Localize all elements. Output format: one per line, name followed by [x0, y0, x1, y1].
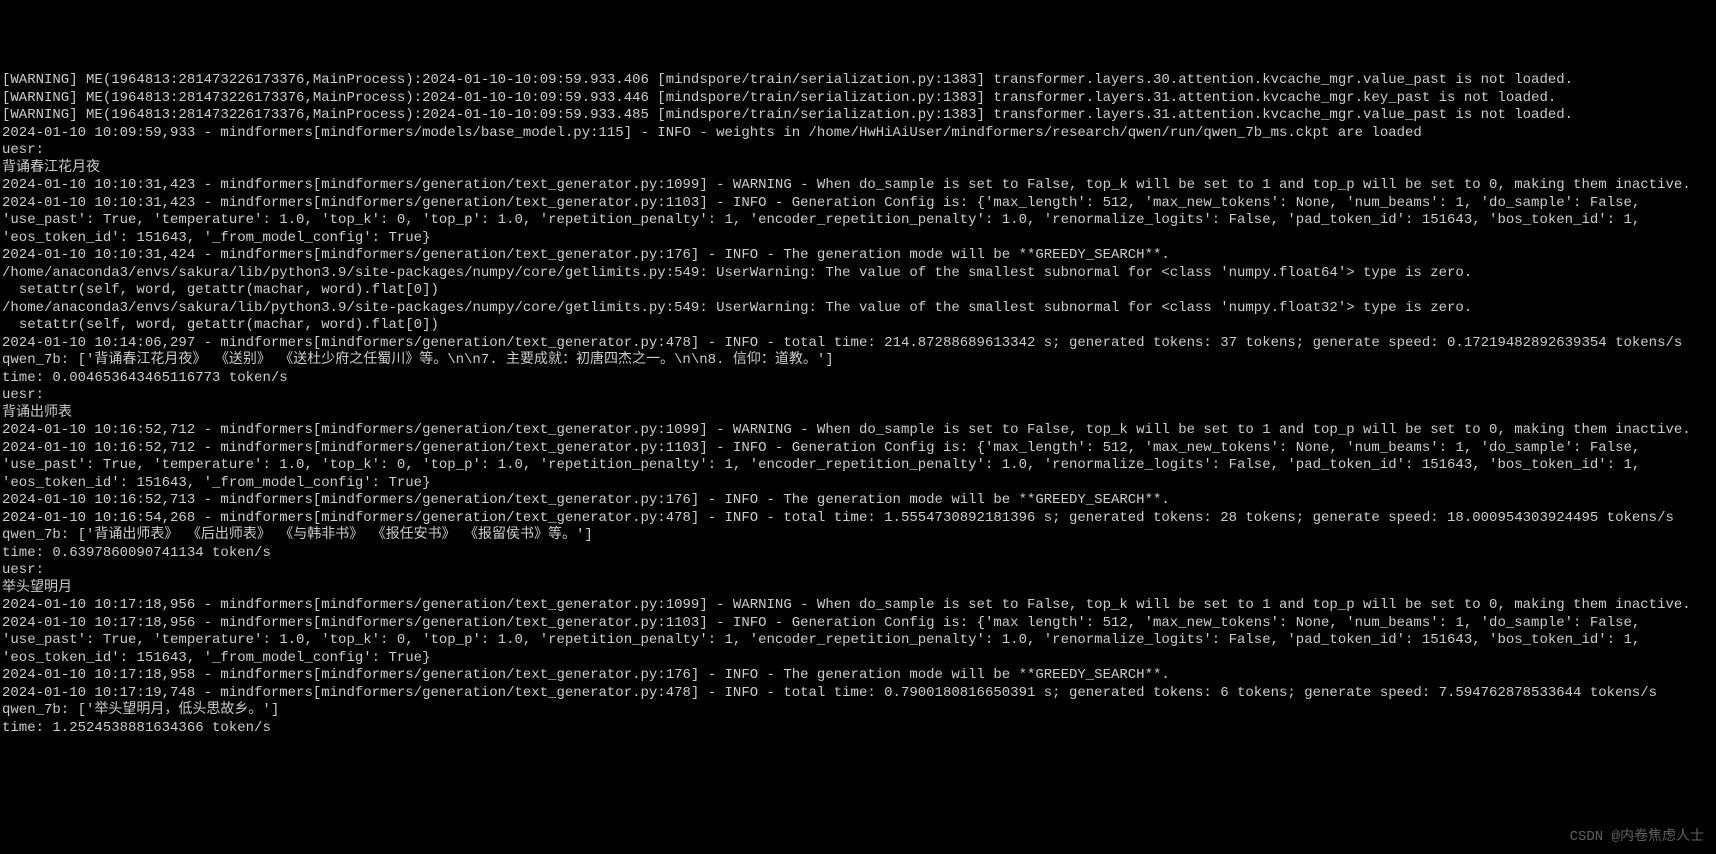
terminal-line: setattr(self, word, getattr(machar, word…: [2, 317, 1714, 335]
terminal-line: time: 1.2524538881634366 token/s: [2, 720, 1714, 738]
terminal-line: qwen_7b: ['举头望明月，低头思故乡。']: [2, 702, 1714, 720]
terminal-line: uesr:: [2, 387, 1714, 405]
terminal-line: [WARNING] ME(1964813:281473226173376,Mai…: [2, 72, 1714, 90]
terminal-line: /home/anaconda3/envs/sakura/lib/python3.…: [2, 265, 1714, 283]
terminal-line: 2024-01-10 10:16:52,712 - mindformers[mi…: [2, 440, 1714, 493]
terminal-output: [WARNING] ME(1964813:281473226173376,Mai…: [2, 72, 1714, 737]
terminal-line: 2024-01-10 10:10:31,423 - mindformers[mi…: [2, 177, 1714, 195]
terminal-line: /home/anaconda3/envs/sakura/lib/python3.…: [2, 300, 1714, 318]
terminal-line: time: 0.004653643465116773 token/s: [2, 370, 1714, 388]
terminal-line: 2024-01-10 10:17:19,748 - mindformers[mi…: [2, 685, 1714, 703]
terminal-line: 举头望明月: [2, 580, 1714, 598]
terminal-line: 2024-01-10 10:14:06,297 - mindformers[mi…: [2, 335, 1714, 353]
watermark-text: CSDN @内卷焦虑人士: [1570, 829, 1704, 847]
terminal-line: uesr:: [2, 142, 1714, 160]
terminal-line: 2024-01-10 10:16:54,268 - mindformers[mi…: [2, 510, 1714, 528]
terminal-line: 背诵出师表: [2, 405, 1714, 423]
terminal-line: 2024-01-10 10:09:59,933 - mindformers[mi…: [2, 125, 1714, 143]
terminal-line: [WARNING] ME(1964813:281473226173376,Mai…: [2, 90, 1714, 108]
terminal-line: setattr(self, word, getattr(machar, word…: [2, 282, 1714, 300]
terminal-line: 2024-01-10 10:10:31,424 - mindformers[mi…: [2, 247, 1714, 265]
terminal-line: qwen_7b: ['背诵春江花月夜》 《送别》 《送杜少府之任蜀川》等。\n\…: [2, 352, 1714, 370]
terminal-line: [WARNING] ME(1964813:281473226173376,Mai…: [2, 107, 1714, 125]
terminal-line: 2024-01-10 10:16:52,713 - mindformers[mi…: [2, 492, 1714, 510]
terminal-line: 2024-01-10 10:10:31,423 - mindformers[mi…: [2, 195, 1714, 248]
terminal-line: 背诵春江花月夜: [2, 160, 1714, 178]
terminal-line: 2024-01-10 10:17:18,956 - mindformers[mi…: [2, 615, 1714, 668]
terminal-line: 2024-01-10 10:17:18,956 - mindformers[mi…: [2, 597, 1714, 615]
terminal-line: 2024-01-10 10:17:18,958 - mindformers[mi…: [2, 667, 1714, 685]
terminal-line: uesr:: [2, 562, 1714, 580]
terminal-line: qwen_7b: ['背诵出师表》 《后出师表》 《与韩非书》 《报任安书》 《…: [2, 527, 1714, 545]
terminal-line: time: 0.6397860090741134 token/s: [2, 545, 1714, 563]
terminal-line: 2024-01-10 10:16:52,712 - mindformers[mi…: [2, 422, 1714, 440]
